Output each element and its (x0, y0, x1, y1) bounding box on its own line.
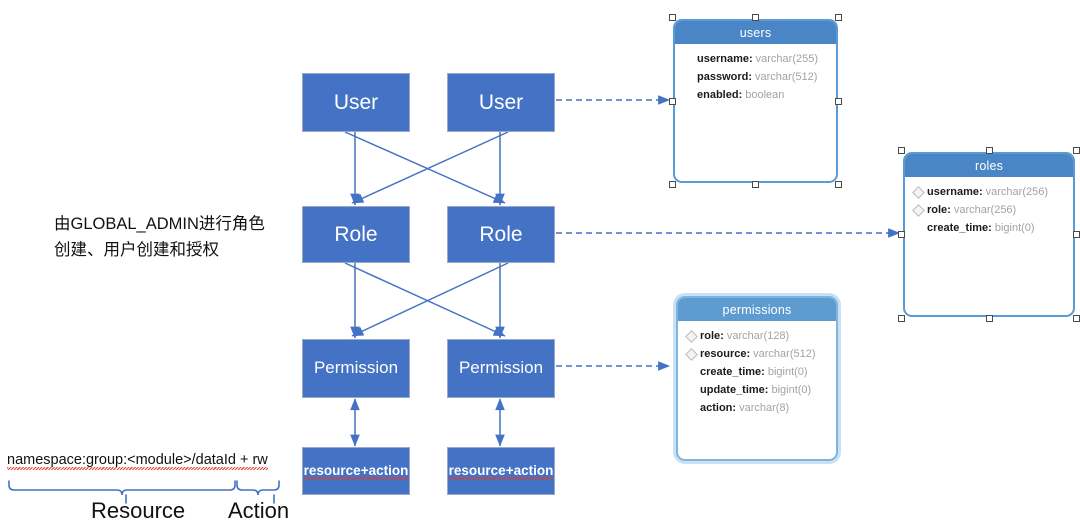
flow-box-user-right-label: User (478, 90, 524, 114)
field-type: varchar(512) (755, 71, 818, 83)
index-key-icon (686, 385, 697, 396)
selection-handle-w[interactable] (898, 231, 905, 238)
table-row: create_time: bigint(0) (905, 219, 1073, 237)
index-key-icon (683, 54, 694, 65)
flow-box-role-left[interactable]: Role (302, 206, 410, 263)
db-table-users-fields: username: varchar(255) password: varchar… (675, 44, 836, 104)
field-name: username (697, 53, 749, 65)
table-row: role: varchar(256) (905, 201, 1073, 219)
global-admin-note: 由GLOBAL_ADMIN进行角色创建、用户创建和授权 (54, 215, 265, 259)
field-name: password (697, 71, 749, 83)
selection-handle-nw[interactable] (898, 147, 905, 154)
index-key-icon (686, 331, 697, 342)
field-type: varchar(8) (739, 402, 790, 414)
selection-handle-nw[interactable] (669, 14, 676, 21)
selection-handle-sw[interactable] (898, 315, 905, 322)
flow-box-permission-right-label: Permission (458, 358, 544, 378)
flow-box-role-right[interactable]: Role (447, 206, 555, 263)
permission-pattern-text: namespace:group:<module>/dataId + rw (7, 452, 268, 470)
selection-handle-ne[interactable] (1073, 147, 1080, 154)
index-key-icon (913, 223, 924, 234)
selection-handle-s[interactable] (752, 181, 759, 188)
db-table-permissions[interactable]: permissions role: varchar(128) resource:… (676, 296, 838, 461)
field-name: create_time (700, 366, 762, 378)
selection-handle-se[interactable] (835, 181, 842, 188)
table-row: enabled: boolean (675, 86, 836, 104)
flow-box-resource-action-left[interactable]: resource+action (302, 447, 410, 495)
table-row: username: varchar(255) (675, 50, 836, 68)
table-row: username: varchar(256) (905, 183, 1073, 201)
flow-box-user-left[interactable]: User (302, 73, 410, 132)
db-table-roles-header: roles (905, 154, 1073, 177)
db-table-users[interactable]: users username: varchar(255) password: v… (669, 14, 842, 188)
index-key-icon (686, 349, 697, 360)
field-name: role (927, 204, 948, 216)
index-key-icon (683, 72, 694, 83)
flow-box-permission-right[interactable]: Permission (447, 339, 555, 398)
selection-handle-se[interactable] (1073, 315, 1080, 322)
selection-handle-sw[interactable] (669, 181, 676, 188)
flow-box-resource-action-right[interactable]: resource+action (447, 447, 555, 495)
table-row: create_time: bigint(0) (678, 363, 836, 381)
field-name: create_time (927, 222, 989, 234)
table-row: role: varchar(128) (678, 327, 836, 345)
flow-box-role-right-label: Role (479, 222, 523, 246)
index-key-icon (913, 205, 924, 216)
index-key-icon (686, 367, 697, 378)
selection-handle-w[interactable] (669, 98, 676, 105)
selection-handle-n[interactable] (752, 14, 759, 21)
db-table-users-header: users (675, 21, 836, 44)
flow-box-user-right[interactable]: User (447, 73, 555, 132)
field-name: username (927, 186, 979, 198)
table-row: password: varchar(512) (675, 68, 836, 86)
index-key-icon (686, 403, 697, 414)
table-row: action: varchar(8) (678, 399, 836, 417)
index-key-icon (683, 90, 694, 101)
table-row: resource: varchar(512) (678, 345, 836, 363)
field-type: boolean (745, 89, 785, 101)
table-row: update_time: bigint(0) (678, 381, 836, 399)
field-type: varchar(256) (953, 204, 1017, 216)
index-key-icon (913, 187, 924, 198)
action-legend-label: Action (228, 498, 290, 523)
field-name: role (700, 330, 721, 342)
db-table-roles-fields: username: varchar(256) role: varchar(256… (905, 177, 1073, 237)
db-table-roles[interactable]: roles username: varchar(256) role: varch… (898, 147, 1080, 322)
field-name: enabled (697, 89, 739, 101)
field-type: bigint(0) (771, 384, 812, 396)
db-table-permissions-fields: role: varchar(128) resource: varchar(512… (678, 321, 836, 417)
flow-box-permission-left-label: Permission (313, 358, 399, 378)
flow-box-permission-left[interactable]: Permission (302, 339, 410, 398)
field-name: action (700, 402, 733, 414)
flow-box-resource-action-right-label: resource+action (448, 462, 554, 481)
field-type: bigint(0) (994, 222, 1035, 234)
flow-box-role-left-label: Role (334, 222, 378, 246)
field-type: varchar(512) (753, 348, 816, 360)
selection-handle-e[interactable] (1073, 231, 1080, 238)
db-table-permissions-header: permissions (678, 298, 836, 321)
flow-box-resource-action-left-label: resource+action (303, 462, 409, 481)
field-type: varchar(128) (726, 330, 790, 342)
field-type: varchar(255) (755, 53, 819, 65)
selection-handle-ne[interactable] (835, 14, 842, 21)
resource-legend-label: Resource (91, 498, 186, 523)
flow-box-user-left-label: User (333, 90, 379, 114)
diagram-canvas: User User Role Role Permission Permissio… (0, 0, 1080, 531)
field-type: bigint(0) (767, 366, 808, 378)
selection-handle-n[interactable] (986, 147, 993, 154)
field-name: resource (700, 348, 747, 360)
field-type: varchar(256) (985, 186, 1049, 198)
selection-handle-s[interactable] (986, 315, 993, 322)
selection-handle-e[interactable] (835, 98, 842, 105)
field-name: update_time (700, 384, 765, 396)
